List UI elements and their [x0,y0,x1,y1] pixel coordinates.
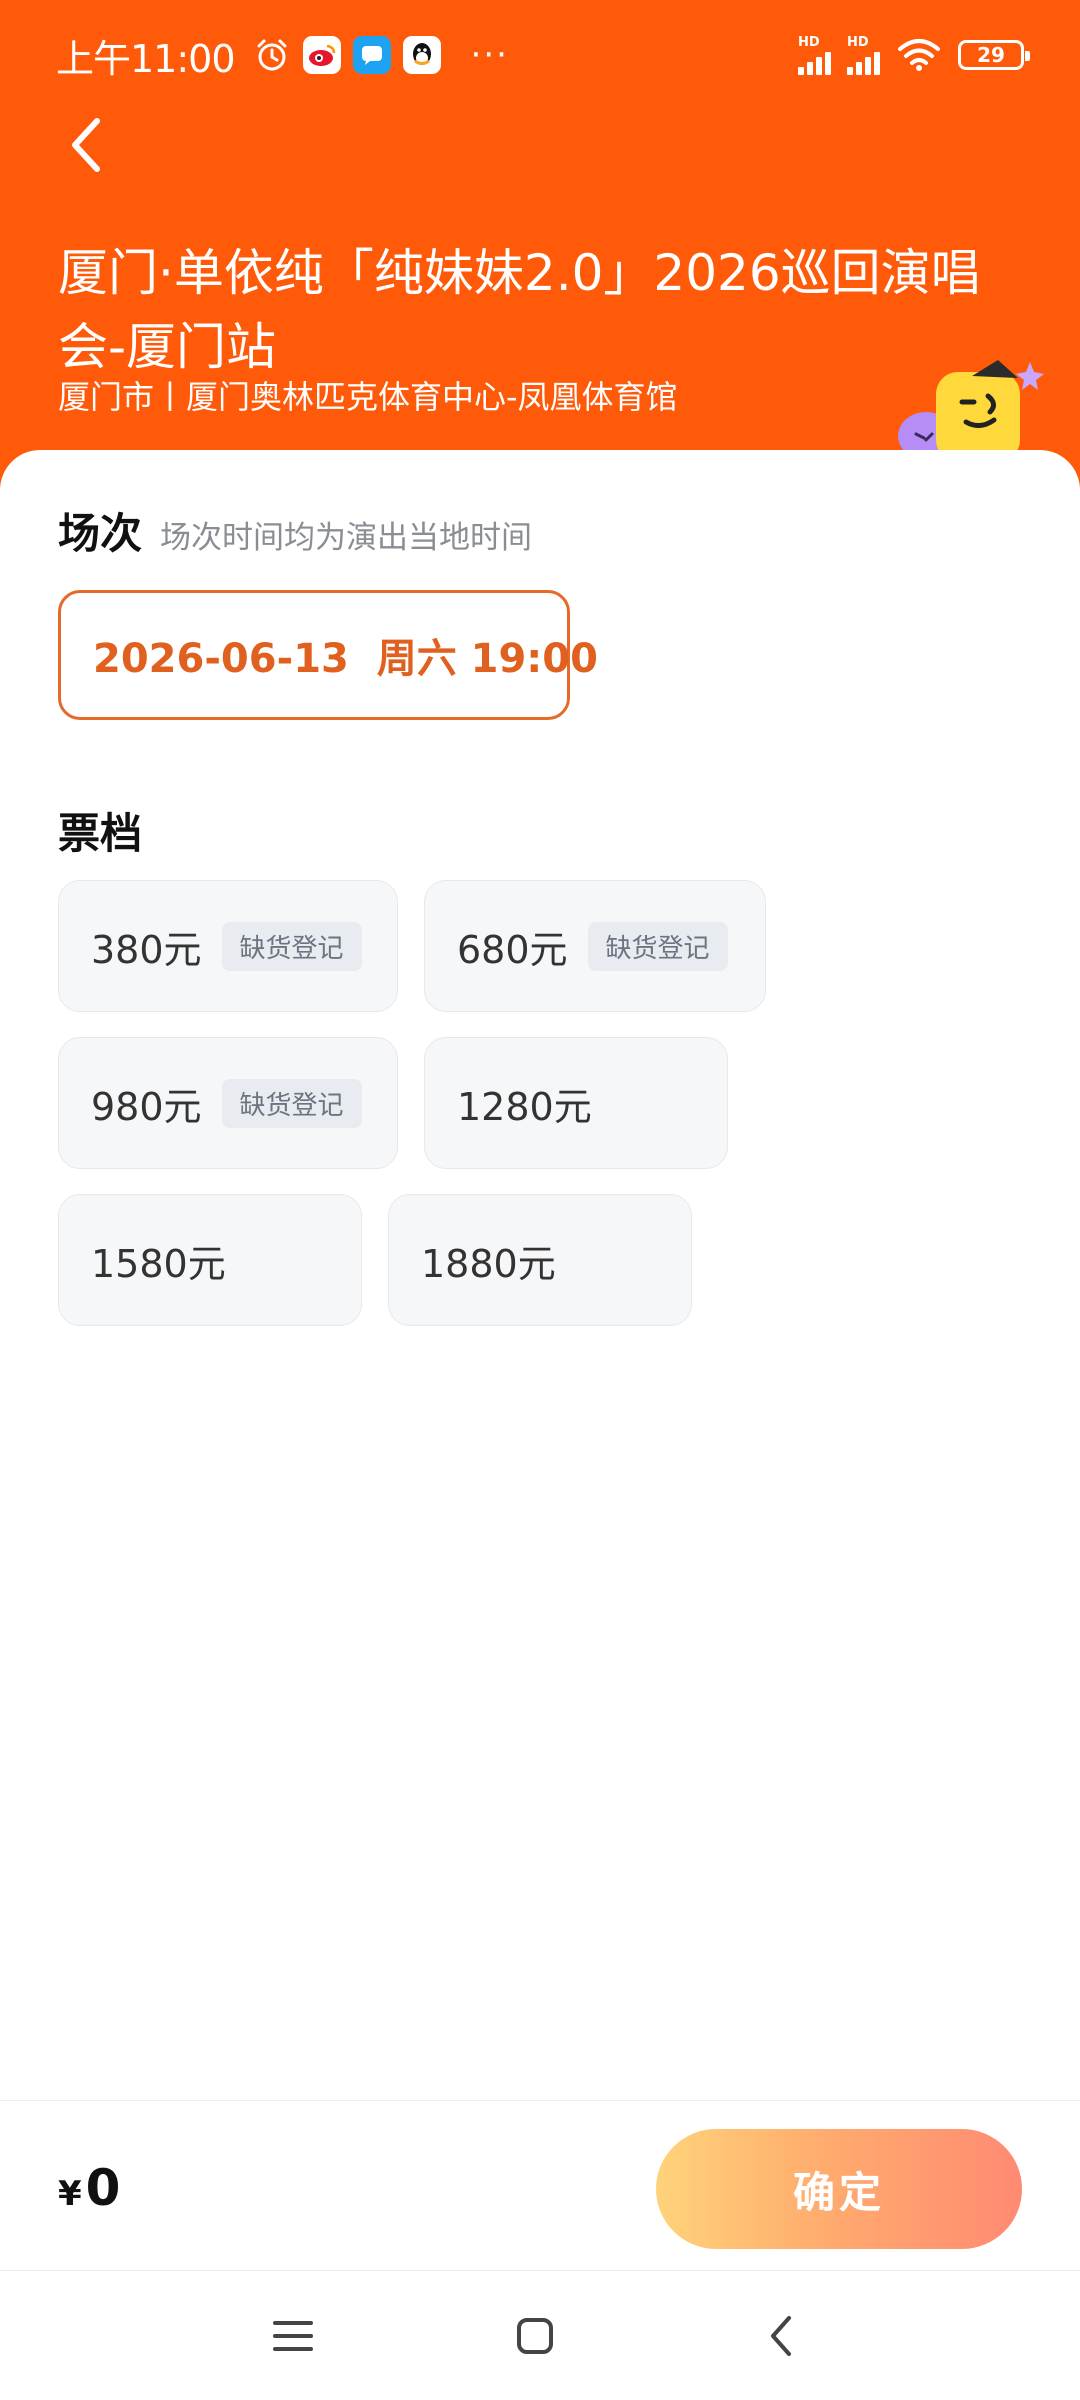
session-subtitle: 场次时间均为演出当地时间 [160,520,533,556]
session-option-selected[interactable]: 2026-06-13 周六 19:00 [58,590,598,720]
weibo-icon [302,36,341,74]
alarm-icon [257,39,287,71]
event-header: 上午11:00 ··· HD HD 29 厦门·单依纯「纯妹妹2.0」2026巡… [0,0,1080,520]
status-bar: 上午11:00 ··· HD HD 29 [0,0,1080,110]
currency-symbol: ¥ [58,2174,82,2214]
event-title: 厦门·单依纯「纯妹妹2.0」2026巡回演唱会-厦门站 [58,244,981,376]
home-square-icon [517,2318,553,2354]
session-datetime: 2026-06-13 周六 19:00 [93,636,598,682]
ticket-tier-option[interactable]: 680元 缺货登记 [424,880,766,1012]
waitlist-badge: 缺货登记 [221,921,362,971]
tier-price: 380元 [91,927,202,972]
battery-icon: 29 [958,40,1030,70]
battery-level: 29 [977,43,1005,67]
session-section-header: 场次 场次时间均为演出当地时间 [58,500,532,561]
ticket-tier-option[interactable]: 1580元 [58,1194,362,1326]
system-nav-bar [0,2270,1080,2400]
ticket-tier-option[interactable]: 380元 缺货登记 [58,880,398,1012]
waitlist-badge: 缺货登记 [587,921,728,971]
waitlist-badge: 缺货登记 [221,1078,362,1128]
more-notifications-icon: ··· [470,35,509,75]
back-button[interactable] [56,110,116,180]
signal-2-icon: HD [847,36,880,75]
tier-section-header: 票档 [58,800,142,861]
wifi-icon [898,39,940,71]
tier-title: 票档 [58,809,143,858]
qq-icon [402,36,441,74]
total-price: ¥0 [58,2159,120,2217]
home-button[interactable] [500,2301,570,2371]
signal-1-icon: HD [798,36,831,75]
menu-icon [273,2321,313,2351]
mascot-illustration [898,360,1044,460]
checkout-bar: ¥0 确定 [0,2100,1080,2270]
tier-price: 1580元 [91,1241,226,1286]
chevron-left-icon [72,118,100,172]
chevron-left-icon [771,2316,791,2356]
ticket-tier-option[interactable]: 1880元 [388,1194,692,1326]
ticket-tier-option[interactable]: 980元 缺货登记 [58,1037,398,1169]
menu-button[interactable] [258,2301,328,2371]
tier-price: 1880元 [421,1241,556,1286]
nav-back-button[interactable] [746,2301,816,2371]
event-venue: 厦门市丨厦门奥林匹克体育中心-凤凰体育馆 [58,378,678,416]
confirm-button[interactable]: 确定 [656,2129,1022,2249]
tier-price: 1280元 [457,1084,592,1129]
tier-price: 680元 [457,927,568,972]
status-time: 上午11:00 [56,36,236,81]
total-amount: 0 [85,2159,121,2217]
session-title: 场次 [58,509,143,558]
ticket-tier-option[interactable]: 1280元 [424,1037,728,1169]
tier-price: 980元 [91,1084,202,1129]
message-icon [352,36,391,74]
